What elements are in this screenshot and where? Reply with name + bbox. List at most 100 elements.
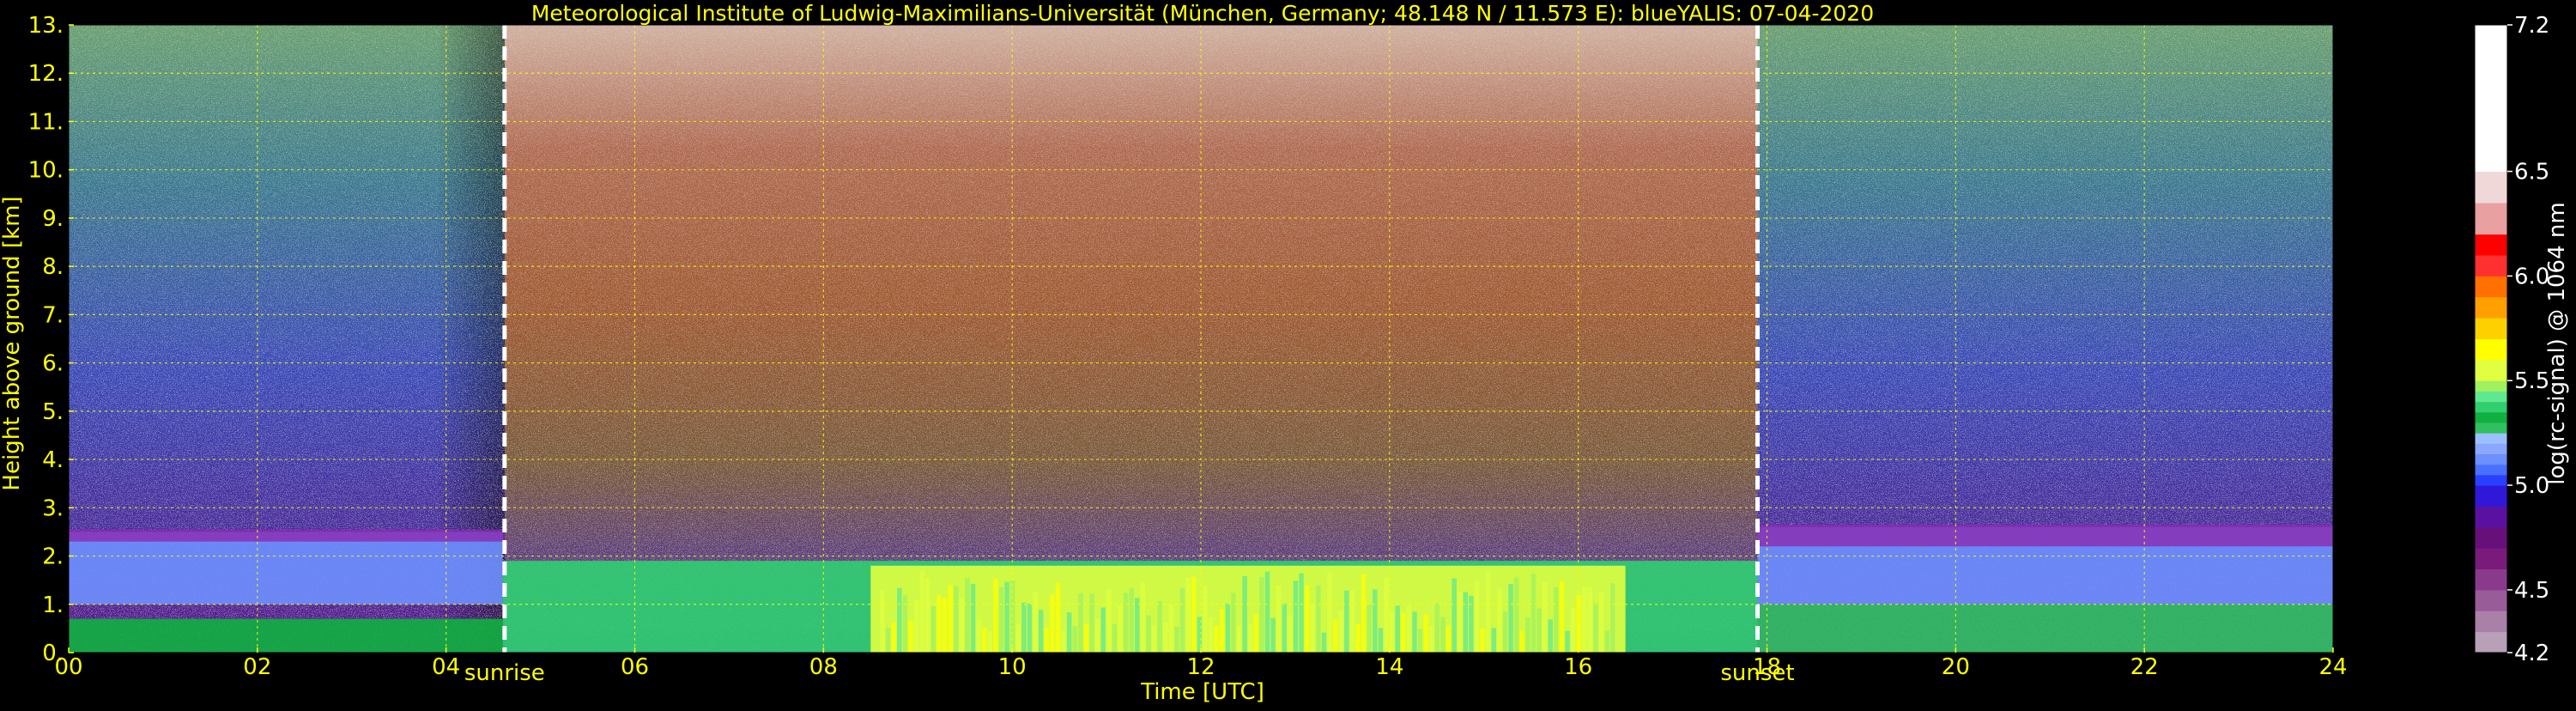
plume	[1066, 612, 1072, 653]
plume	[1072, 626, 1078, 653]
colorbar-tick-label: 6.5	[2514, 160, 2549, 185]
plume	[1610, 583, 1615, 653]
plume	[1513, 577, 1519, 653]
plume	[1038, 610, 1044, 653]
region-night-surface-layer-evening	[1757, 604, 2333, 653]
colorbar-segment	[2475, 171, 2507, 204]
plume	[1310, 604, 1315, 653]
colorbar-segment	[2475, 318, 2507, 339]
plume	[1208, 617, 1214, 653]
plume	[1485, 572, 1491, 653]
plume	[919, 570, 924, 653]
colorbar-tick-label: 4.2	[2514, 641, 2549, 666]
plume	[1428, 625, 1434, 653]
plume	[1457, 592, 1463, 653]
plume	[1582, 586, 1587, 653]
plume	[1395, 605, 1400, 653]
plume	[1044, 627, 1050, 653]
plume	[1604, 630, 1609, 653]
plume	[1089, 593, 1094, 653]
x-tick-label: 22	[2131, 654, 2159, 680]
plume	[1214, 625, 1219, 653]
plume	[1163, 622, 1168, 653]
plume	[1316, 585, 1321, 653]
y-tick-label: 4.	[42, 447, 64, 473]
plume	[1236, 625, 1242, 653]
plume	[1565, 630, 1570, 653]
plume	[1525, 617, 1530, 653]
plume	[1203, 586, 1208, 653]
plume	[1446, 625, 1452, 653]
y-tick-label: 11.	[28, 109, 64, 135]
colorbar-segment	[2475, 25, 2507, 173]
plume	[1282, 603, 1288, 653]
y-tick-label: 7.	[42, 302, 64, 328]
plume	[1349, 590, 1355, 653]
colorbar-segment	[2475, 203, 2507, 235]
plume	[1497, 588, 1502, 653]
plume	[930, 605, 936, 653]
plume	[913, 600, 919, 653]
plume	[965, 578, 970, 653]
region-night-surface-layer-morning	[69, 618, 503, 653]
plume	[925, 577, 930, 653]
plume	[1434, 603, 1440, 653]
colorbar-segment	[2475, 526, 2507, 549]
colorbar: 4.24.55.05.56.06.57.2	[2474, 13, 2549, 666]
plume	[1587, 587, 1593, 653]
x-tick-label: 18	[1753, 654, 1781, 680]
y-tick-label: 1.	[42, 592, 64, 618]
colorbar-segment	[2475, 234, 2507, 256]
plume	[942, 598, 948, 653]
sunrise-label: sunrise	[464, 660, 545, 686]
colorbar-tick-label: 4.5	[2514, 578, 2549, 604]
plume	[1480, 628, 1485, 653]
colorbar-segment	[2475, 485, 2507, 507]
x-tick-label: 10	[998, 654, 1027, 680]
plume	[1061, 630, 1066, 653]
colorbar-segment	[2475, 443, 2507, 455]
plume	[1123, 592, 1129, 653]
plume	[1327, 572, 1332, 653]
plume	[1378, 628, 1384, 653]
plume	[1463, 592, 1469, 653]
x-tick-label: 04	[432, 654, 460, 680]
colorbar-segment	[2475, 548, 2507, 570]
plume	[1559, 580, 1565, 653]
plume	[1304, 585, 1310, 653]
plume	[1219, 608, 1225, 653]
plume	[1027, 603, 1033, 653]
plume	[987, 631, 993, 653]
plume	[1474, 581, 1480, 653]
plume	[1264, 571, 1270, 653]
plume	[880, 590, 885, 653]
y-tick-label: 5.	[42, 399, 64, 425]
plume	[1253, 614, 1259, 653]
plume	[1185, 577, 1191, 653]
plume	[1554, 586, 1559, 653]
lidar-chart: sunrise sunset 00 02 04 06 08 10 12 14 16 18 20 22 24…	[0, 0, 2576, 708]
plume	[998, 586, 1004, 653]
plume	[1338, 611, 1343, 653]
plume	[1288, 615, 1293, 653]
colorbar-segment	[2475, 474, 2507, 486]
plume	[1537, 608, 1542, 653]
plume	[891, 622, 896, 653]
plume	[1293, 580, 1299, 653]
y-tick-label: 13.	[28, 13, 64, 39]
x-tick-label: 16	[1564, 654, 1592, 680]
x-tick-label: 24	[2318, 654, 2347, 680]
plume	[1452, 578, 1457, 653]
y-tick-label: 8.	[42, 254, 64, 280]
colorbar-tick-label: 7.2	[2514, 13, 2549, 39]
y-tick-label: 12.	[28, 61, 64, 87]
plume	[1112, 623, 1118, 653]
colorbar-segment	[2475, 589, 2507, 611]
plume	[1004, 581, 1009, 653]
plume	[1151, 625, 1157, 653]
plume	[1118, 605, 1123, 653]
colorbar-segment	[2475, 359, 2507, 381]
plume	[1367, 605, 1372, 653]
plume	[981, 628, 987, 653]
x-tick-label: 14	[1375, 654, 1403, 680]
